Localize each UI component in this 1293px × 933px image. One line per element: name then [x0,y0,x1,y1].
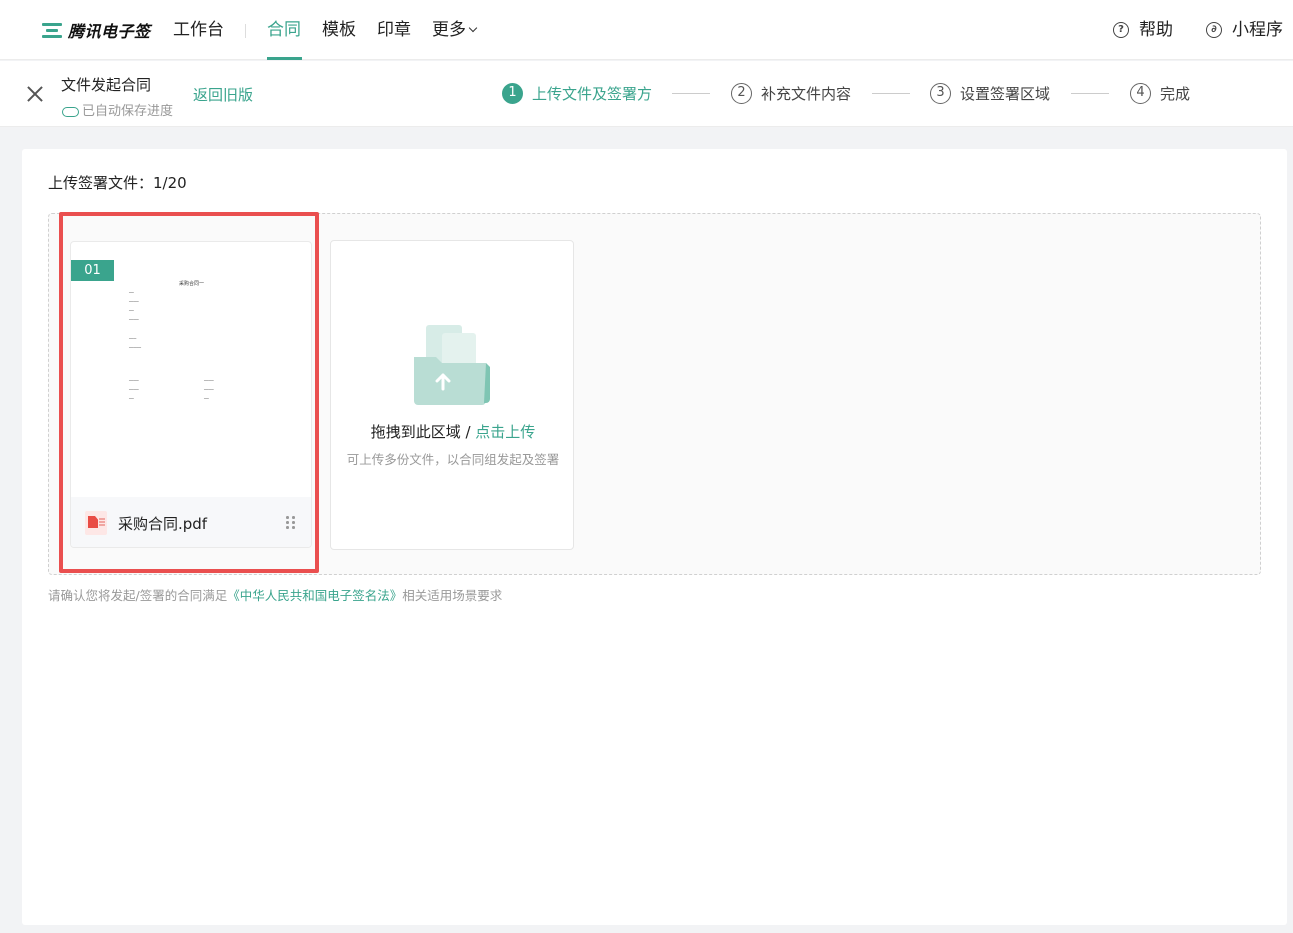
brand-name: 腾讯电子签 [68,22,151,41]
file-index-badge: 01 [71,260,114,281]
autosave-text: 已自动保存进度 [82,104,174,119]
help-icon: ? [1113,22,1129,38]
miniprogram-icon: ∂ [1206,22,1222,38]
esignature-law-link[interactable]: 《中华人民共和国电子签名法》 [227,588,402,603]
step-label: 设置签署区域 [960,84,1051,103]
file-card-footer: 采购合同.pdf [71,497,311,547]
drag-handle-icon[interactable] [286,516,296,530]
step-4: 4 完成 [1130,82,1190,104]
nav-item-contract[interactable]: 合同 [267,18,301,42]
step-connector [672,93,710,94]
brand-logo[interactable]: 腾讯电子签 [42,18,151,42]
legal-suffix: 相关适用场景要求 [402,588,503,603]
upload-button-card[interactable]: 拖拽到此区域 / 点击上传 可上传多份文件，以合同组发起及签署 [330,240,574,550]
preview-line: ━━ [204,396,209,401]
step-number: 2 [731,82,752,104]
nav-active-indicator [267,57,302,60]
upload-instruction: 拖拽到此区域 / 点击上传 [331,421,575,442]
nav-item-seal[interactable]: 印章 [377,18,411,42]
miniprogram-label: 小程序 [1232,20,1283,40]
step-2: 2 补充文件内容 [731,82,851,104]
legal-prefix: 请确认您将发起/签署的合同满足 [48,588,228,603]
file-card[interactable]: 01 采购合同一 ━━ ━━━━ ━━ ━━━━ ━━━ ━━━━━ ━━━━ … [70,241,312,548]
preview-line: ━━━━ [129,299,139,304]
step-header: 文件发起合同 已自动保存进度 返回旧版 1 上传文件及签署方 2 补充文件内容 … [0,61,1293,127]
autosave-status: 已自动保存进度 [61,100,173,119]
nav-more-label: 更多 [432,20,466,40]
back-to-old-version-link[interactable]: 返回旧版 [193,84,253,105]
step-number: 3 [930,82,951,104]
cloud-check-icon [61,104,79,117]
preview-line: ━━━━ [129,317,139,322]
preview-line: ━━━━ [204,387,214,392]
step-label: 完成 [1160,84,1191,103]
help-button[interactable]: ? 帮助 [1113,18,1173,42]
preview-line: ━━━ [129,336,137,341]
nav-divider [245,24,246,38]
preview-line: ━━━━━ [129,345,142,350]
pdf-file-icon [85,511,107,535]
upload-count-label: 上传签署文件：1/20 [48,174,187,192]
drag-text: 拖拽到此区域 / [370,423,476,441]
page-title: 文件发起合同 [61,76,152,94]
step-connector [872,93,910,94]
chevron-down-icon [468,23,478,33]
step-1: 1 上传文件及签署方 [502,82,652,104]
preview-line: ━━━━ [204,378,214,383]
nav-item-more[interactable]: 更多 [432,18,478,42]
close-icon[interactable] [26,85,44,103]
folder-upload-icon [414,325,490,405]
preview-line: ━━━━ [129,378,139,383]
miniprogram-button[interactable]: ∂ 小程序 [1206,18,1283,42]
step-number: 1 [502,82,523,104]
file-dropzone[interactable]: 01 采购合同一 ━━ ━━━━ ━━ ━━━━ ━━━ ━━━━━ ━━━━ … [48,213,1261,575]
legal-notice: 请确认您将发起/签署的合同满足《中华人民共和国电子签名法》相关适用场景要求 [48,585,502,604]
step-label: 补充文件内容 [761,84,852,103]
help-label: 帮助 [1139,20,1173,40]
main-panel: 上传签署文件：1/20 01 采购合同一 ━━ ━━━━ ━━ ━━━━ ━━━… [22,149,1287,925]
preview-title: 采购合同一 [179,281,205,287]
preview-line: ━━ [129,308,134,313]
step-3: 3 设置签署区域 [930,82,1050,104]
nav-item-template[interactable]: 模板 [322,18,356,42]
upload-hint: 可上传多份文件，以合同组发起及签署 [346,452,560,467]
step-label: 上传文件及签署方 [532,84,653,103]
logo-icon [42,21,62,39]
nav-item-workbench[interactable]: 工作台 [173,18,224,42]
top-navbar: 腾讯电子签 工作台 合同 模板 印章 更多 ? 帮助 ∂ 小程序 [0,0,1293,60]
preview-line: ━━━━ [129,387,139,392]
click-upload-link[interactable]: 点击上传 [475,423,535,441]
file-name: 采购合同.pdf [118,515,208,533]
preview-line: ━━ [129,396,134,401]
step-number: 4 [1130,82,1151,104]
file-preview: 01 采购合同一 ━━ ━━━━ ━━ ━━━━ ━━━ ━━━━━ ━━━━ … [71,242,311,497]
step-connector [1071,93,1109,94]
preview-line: ━━ [129,290,134,295]
